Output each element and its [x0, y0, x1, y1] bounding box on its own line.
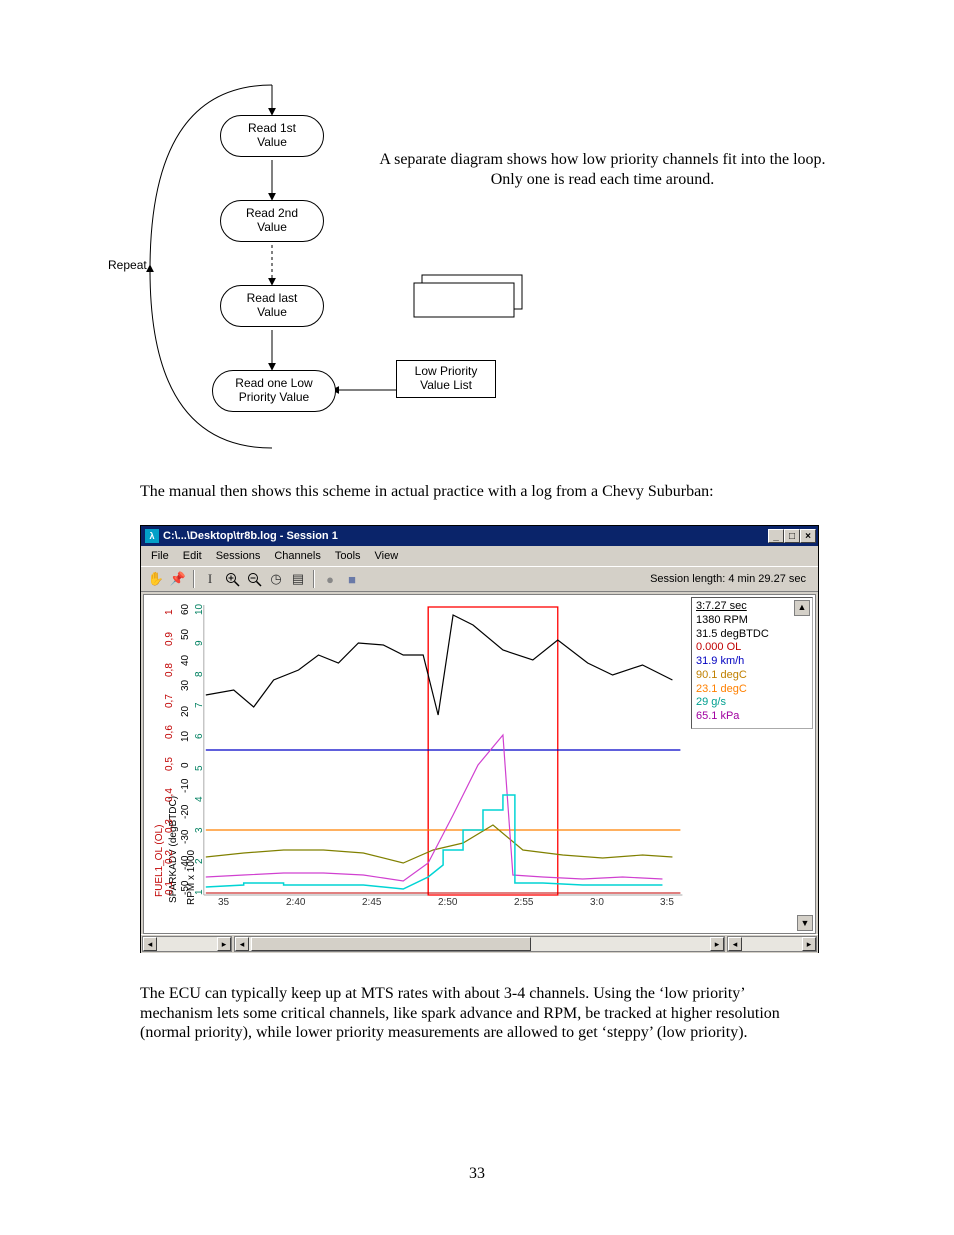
repeat-label: Repeat — [108, 258, 147, 272]
flow-box-low-priority-list: Low PriorityValue List — [396, 360, 496, 398]
window-title: C:\...\Desktop\tr8b.log - Session 1 — [163, 530, 338, 542]
ytick: 7 — [194, 703, 205, 709]
ytick: 40 — [180, 655, 191, 666]
ytick: 50 — [180, 629, 191, 640]
flowchart-caption: A separate diagram shows how low priorit… — [375, 150, 830, 190]
readout-value: 1380 RPM — [696, 614, 808, 628]
ytick: 0,5 — [164, 757, 175, 771]
paragraph-conclusion: The ECU can typically keep up at MTS rat… — [140, 984, 820, 1043]
right-scrollbar[interactable]: ◂ ▸ — [727, 936, 817, 952]
flowchart: Read 1stValue Read 2ndValue Read lastVal… — [100, 70, 580, 460]
log-viewer-window: λ C:\...\Desktop\tr8b.log - Session 1 _ … — [140, 525, 819, 953]
ytick: 60 — [180, 604, 191, 615]
zoom-in-icon[interactable] — [221, 568, 243, 590]
zoom-out-icon[interactable] — [243, 568, 265, 590]
minimize-button[interactable]: _ — [768, 529, 784, 543]
list-icon[interactable]: ▤ — [287, 568, 309, 590]
ytick: 3 — [194, 827, 205, 833]
ytick: 6 — [194, 734, 205, 740]
flow-node-read-2nd: Read 2ndValue — [220, 200, 324, 242]
ytick: -20 — [180, 804, 191, 818]
flow-node-read-low-priority: Read one LowPriority Value — [212, 370, 336, 412]
menu-view[interactable]: View — [375, 550, 399, 562]
paragraph-intro: The manual then shows this scheme in act… — [140, 482, 840, 502]
ytick: 4 — [194, 796, 205, 802]
ytick: 0,8 — [164, 663, 175, 677]
hand-tool-icon[interactable]: ✋ — [145, 568, 167, 590]
readout-value: 65.1 kPa — [696, 710, 808, 724]
ytick: 10 — [180, 731, 191, 742]
ytick: 2 — [194, 858, 205, 864]
main-scrollbar[interactable]: ◂ ▸ — [234, 936, 725, 952]
xtick: 3:0 — [590, 897, 604, 908]
readout-value: 29 g/s — [696, 696, 808, 710]
xtick: 3:5 — [660, 897, 674, 908]
menu-tools[interactable]: Tools — [335, 550, 361, 562]
readout-value: 23.1 degC — [696, 683, 808, 697]
pin-icon[interactable]: 📌 — [167, 568, 189, 590]
zoom-reset-icon[interactable]: ◷ — [265, 568, 287, 590]
readout-panel: ▲ 3:7.27 sec 1380 RPM31.5 degBTDC0.000 O… — [691, 597, 813, 729]
readout-value: 31.5 degBTDC — [696, 628, 808, 642]
toolbar: ✋ 📌 I ◷ ▤ ● ■ Session length: 4 min 29.2… — [141, 566, 818, 592]
ytick: 1 — [164, 609, 175, 615]
ibeam-tool-icon[interactable]: I — [199, 568, 221, 590]
scrollbar-thumb[interactable] — [251, 937, 531, 951]
ytick: 0 — [180, 762, 191, 768]
ytick: -40 — [180, 855, 191, 869]
ytick: 9 — [194, 641, 205, 647]
chart-area[interactable]: FUEL1_OL (OL) SPARKADV (degBTDC) RPM x 1… — [143, 594, 816, 934]
flowchart-arrows — [100, 70, 580, 460]
scrollbar-row: ◂ ▸ ◂ ▸ ◂ ▸ — [141, 934, 818, 953]
readout-value: 31.9 km/h — [696, 655, 808, 669]
xtick: 2:45 — [362, 897, 381, 908]
record-icon[interactable]: ● — [319, 568, 341, 590]
readout-time: 3:7.27 sec — [696, 600, 808, 614]
close-button[interactable]: × — [800, 529, 816, 543]
titlebar[interactable]: λ C:\...\Desktop\tr8b.log - Session 1 _ … — [141, 526, 818, 546]
ytick: 5 — [194, 765, 205, 771]
left-scrollbar[interactable]: ◂ ▸ — [142, 936, 232, 952]
ytick: 0,1 — [164, 881, 175, 895]
ytick: 10 — [194, 604, 205, 615]
menu-file[interactable]: File — [151, 550, 169, 562]
session-length-label: Session length: 4 min 29.27 sec — [650, 573, 814, 585]
xtick: 2:40 — [286, 897, 305, 908]
ytick: 30 — [180, 680, 191, 691]
menu-channels[interactable]: Channels — [274, 550, 320, 562]
menu-edit[interactable]: Edit — [183, 550, 202, 562]
xtick: 2:50 — [438, 897, 457, 908]
ytick: 0,4 — [164, 788, 175, 802]
menubar: File Edit Sessions Channels Tools View — [141, 546, 818, 566]
ytick: 0,6 — [164, 726, 175, 740]
stop-icon[interactable]: ■ — [341, 568, 363, 590]
ytick: 0,3 — [164, 819, 175, 833]
ytick: 1 — [194, 889, 205, 895]
readout-value: 90.1 degC — [696, 669, 808, 683]
maximize-button[interactable]: □ — [784, 529, 800, 543]
ytick: -30 — [180, 830, 191, 844]
ytick: 20 — [180, 706, 191, 717]
readout-value: 0.000 OL — [696, 641, 808, 655]
ytick: 0,9 — [164, 632, 175, 646]
flow-node-read-last: Read lastValue — [220, 285, 324, 327]
menu-sessions[interactable]: Sessions — [216, 550, 261, 562]
ytick: -10 — [180, 779, 191, 793]
readout-scroll-up-icon[interactable]: ▲ — [794, 600, 810, 616]
xtick: 2:55 — [514, 897, 533, 908]
ytick: 0,7 — [164, 694, 175, 708]
ytick: 0,2 — [164, 850, 175, 864]
ytick: 8 — [194, 672, 205, 678]
app-icon: λ — [145, 529, 159, 543]
ytick: -50 — [180, 881, 191, 895]
readout-scroll-down-icon[interactable]: ▼ — [797, 915, 813, 931]
flow-node-read-1st: Read 1stValue — [220, 115, 324, 157]
page-number: 33 — [0, 1165, 954, 1183]
xtick: 35 — [218, 897, 229, 908]
